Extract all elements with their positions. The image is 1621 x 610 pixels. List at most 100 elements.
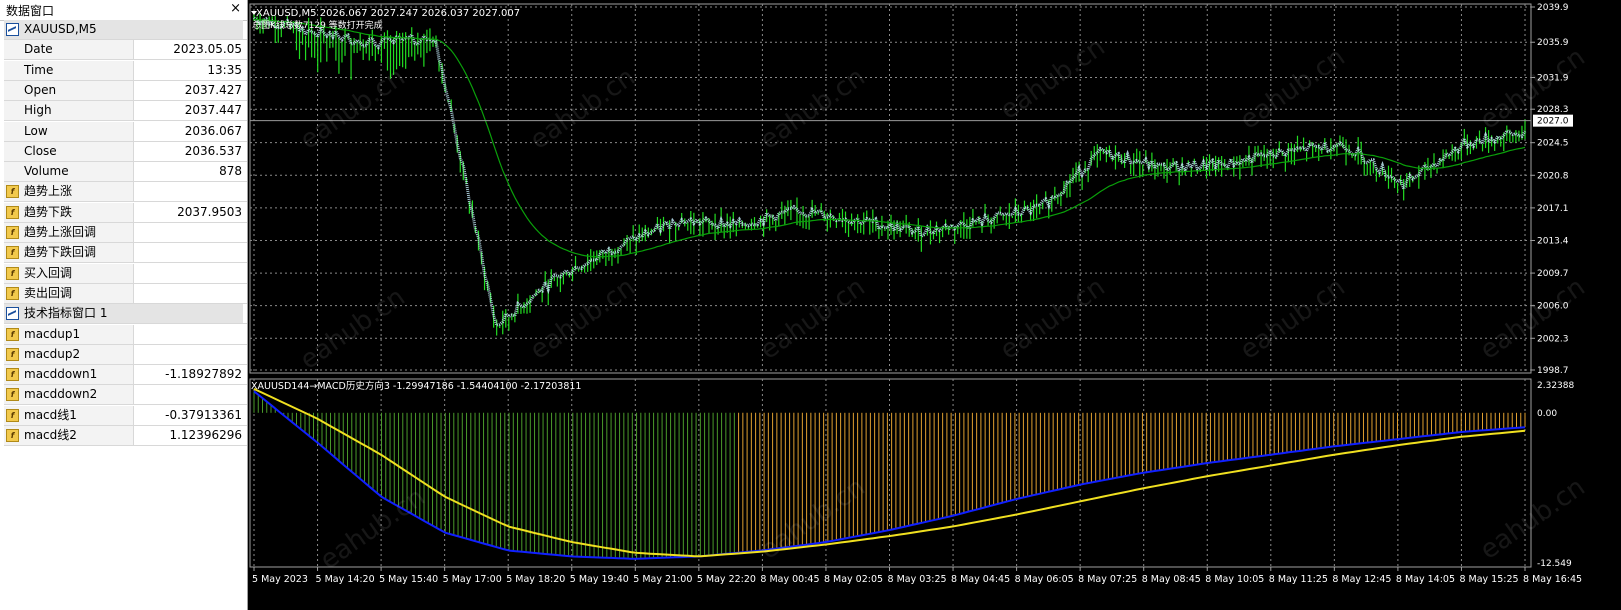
watermark-text: eahub.cn [995, 272, 1111, 366]
row-label-cell: f 买入回调 [4, 263, 134, 283]
data-window-row: f macddown1 -1.18927892 [4, 365, 247, 386]
price-axis-label: 2035.9 [1537, 38, 1569, 48]
custom-indicator-icon: f [6, 246, 19, 260]
watermark-text: eahub.cn [995, 32, 1111, 126]
custom-indicator-icon: f [6, 408, 19, 422]
data-window-row: f 买入回调 [4, 263, 247, 284]
data-window-row: Close 2036.537 [4, 141, 247, 162]
time-axis-label: 8 May 04:45 [951, 574, 1010, 585]
time-axis-label: 5 May 18:20 [506, 574, 565, 585]
price-axis-label: 2028.3 [1537, 105, 1569, 115]
row-value [138, 284, 242, 303]
row-label: Close [24, 143, 57, 158]
data-window-row: XAUUSD,M5 [4, 20, 247, 40]
row-value: 2037.427 [184, 82, 242, 97]
watermark-text: eahub.cn [1475, 272, 1591, 366]
watermark-text: eahub.cn [1475, 472, 1591, 566]
watermark-text: eahub.cn [755, 272, 871, 366]
row-label-cell: f 卖出回调 [4, 283, 134, 303]
data-window-row: Time 13:35 [4, 60, 247, 81]
custom-indicator-icon: f [6, 205, 19, 219]
row-value: -1.18927892 [165, 367, 242, 382]
time-axis-label: 8 May 00:45 [760, 574, 819, 585]
data-window-row: f macdup2 [4, 344, 247, 365]
watermark-text: eahub.cn [1475, 42, 1591, 136]
subwindow-frame [249, 378, 1532, 568]
row-value: 2036.067 [184, 123, 242, 138]
time-axis-label: 8 May 15:25 [1459, 574, 1518, 585]
row-label: 趋势上涨 [24, 184, 73, 199]
time-axis-label: 5 May 2023 [252, 574, 308, 585]
data-window-row: f 卖出回调 [4, 283, 247, 304]
row-label-cell: Date [4, 40, 134, 60]
row-label-cell: f macd线2 [4, 426, 134, 445]
row-label-cell: f macdup1 [4, 324, 134, 344]
row-label: macdup2 [24, 346, 81, 361]
row-value: -0.37913361 [165, 407, 242, 422]
chart-window-icon [6, 23, 19, 36]
watermark-text: eahub.cn [295, 282, 411, 376]
data-window-row: f macd线2 1.12396296 [4, 426, 247, 446]
row-label: macddown1 [24, 367, 98, 382]
row-value: 878 [219, 164, 242, 179]
time-axis-label: 5 May 17:00 [443, 574, 502, 585]
row-value: 2036.537 [184, 143, 242, 158]
custom-indicator-icon: f [6, 266, 19, 280]
row-label: Low [24, 123, 48, 138]
custom-indicator-icon: f [6, 388, 19, 402]
row-label: 技术指标窗口 1 [24, 306, 108, 321]
time-axis-label: 5 May 22:20 [697, 574, 756, 585]
row-label-cell: f macddown1 [4, 365, 134, 385]
row-value [138, 325, 242, 344]
main-chart-header: XAUUSD,M5 2026.067 2027.247 2026.037 202… [256, 8, 520, 19]
data-window-row: Date 2023.05.05 [4, 40, 247, 61]
time-axis-label: 5 May 19:40 [570, 574, 629, 585]
row-label-cell: XAUUSD,M5 [4, 20, 243, 39]
row-value [138, 264, 242, 283]
custom-indicator-icon: f [6, 429, 19, 442]
data-window-title: 数据窗口 [6, 4, 55, 18]
row-label-cell: f macddown2 [4, 385, 134, 405]
data-window-row: f macdup1 [4, 324, 247, 345]
main-chart-subheader: 总图K线总数7129 等数打开完成 [252, 19, 383, 31]
data-window-row: f macd线1 -0.37913361 [4, 405, 247, 426]
chart-window-icon [6, 307, 19, 321]
row-label-cell: f macdup2 [4, 344, 134, 364]
row-label-cell: f 趋势下跌回调 [4, 243, 134, 263]
price-axis-label: 2002.3 [1537, 334, 1569, 344]
current-price-label: 2027.0 [1537, 117, 1569, 127]
time-axis-label: 8 May 08:45 [1142, 574, 1201, 585]
data-window-row: Low 2036.067 [4, 121, 247, 142]
custom-indicator-icon: f [6, 368, 19, 382]
watermark-text: eahub.cn [525, 272, 641, 366]
row-value [138, 182, 242, 201]
row-label: Date [24, 42, 53, 57]
time-axis-label: 5 May 14:20 [316, 574, 375, 585]
price-axis-label: 2020.8 [1537, 171, 1569, 181]
watermark-text: eahub.cn [755, 62, 871, 156]
data-window-row: f macddown2 [4, 385, 247, 406]
time-axis-label: 8 May 12:45 [1332, 574, 1391, 585]
row-value [138, 385, 242, 404]
row-label: 趋势下跌回调 [24, 245, 97, 260]
row-label: High [24, 103, 52, 118]
row-value: 2023.05.05 [173, 42, 242, 57]
row-label: 卖出回调 [24, 285, 73, 300]
row-label: 趋势上涨回调 [24, 225, 97, 239]
row-value: 13:35 [207, 62, 242, 77]
row-label: macdup1 [24, 326, 81, 341]
close-icon[interactable]: × [230, 1, 241, 16]
row-label-cell: High [4, 101, 134, 121]
price-axis-label: 2013.4 [1537, 236, 1569, 246]
data-window-row: Volume 878 [4, 162, 247, 183]
chart-canvas[interactable]: 2039.92035.92031.92028.32024.52020.82017… [248, 0, 1621, 610]
custom-indicator-icon: f [6, 347, 19, 361]
subwindow-axis-label: 2.32388 [1537, 381, 1574, 391]
time-axis-label: 8 May 16:45 [1523, 574, 1582, 585]
chart-window[interactable]: 2039.9 2035.9 2031.9 2028.3 2024.5 2020.8 2017… [248, 0, 1621, 610]
subwindow-axis-label: 0.00 [1537, 409, 1557, 419]
data-window-row: f 趋势下跌 2037.9503 [4, 202, 247, 223]
data-window-row: f 趋势下跌回调 [4, 243, 247, 264]
watermark-text: eahub.cn [1235, 42, 1351, 136]
row-label: Volume [24, 164, 69, 179]
